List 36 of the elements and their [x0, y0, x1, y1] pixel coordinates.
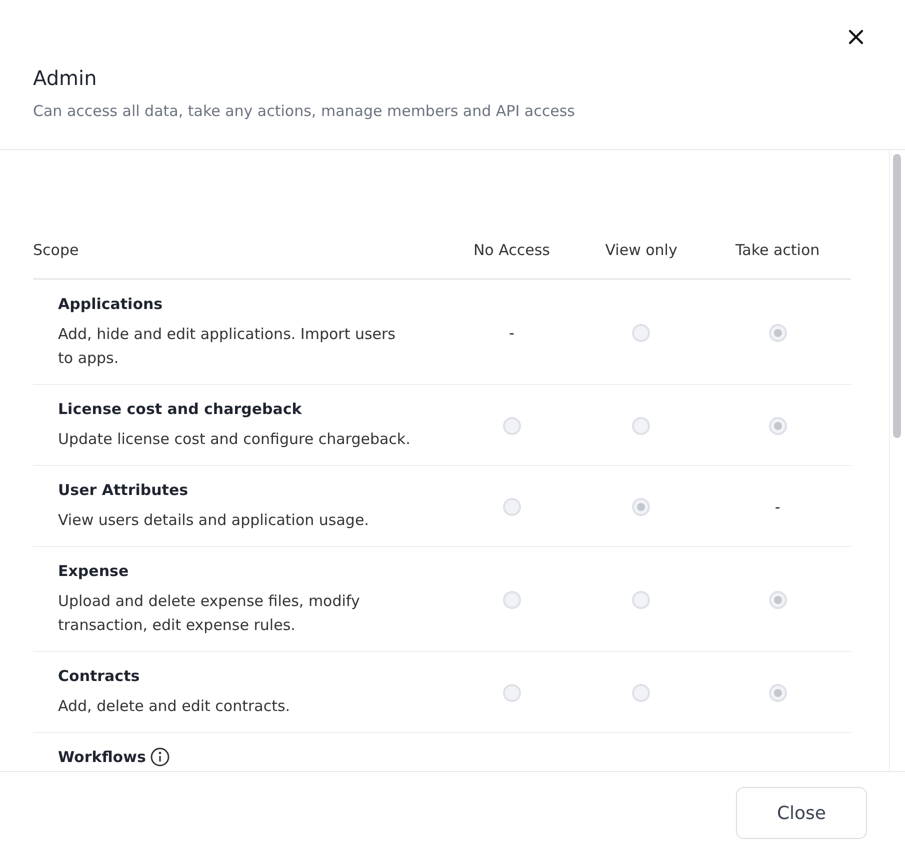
scope-name: User Attributes — [58, 481, 188, 499]
radio-button[interactable] — [768, 416, 787, 435]
close-icon[interactable] — [847, 28, 865, 46]
radio-button[interactable] — [502, 498, 521, 516]
scope-description: Upload and delete expense files, modify transaction, edit expense rules. — [58, 591, 361, 636]
scope-name: Applications — [58, 295, 163, 313]
radio-button[interactable] — [768, 324, 787, 342]
info-icon[interactable] — [150, 747, 170, 767]
radio-button[interactable] — [768, 590, 787, 609]
column-header: Scope — [33, 241, 79, 259]
column-header: No Access — [473, 241, 550, 259]
scope-description: Update license cost and configure chargeback. — [58, 429, 412, 450]
column-header: Take action — [735, 241, 820, 259]
radio-button[interactable] — [632, 498, 650, 516]
scope-name: License cost and chargeback — [58, 400, 302, 418]
radio-button[interactable] — [768, 684, 787, 702]
scope-name: Contracts — [58, 667, 140, 685]
radio-button[interactable] — [632, 416, 650, 435]
column-header: View only — [605, 241, 678, 259]
scope-name: Expense — [58, 562, 129, 580]
dialog-subtitle: Can access all data, take any actions, manage members and API access — [33, 102, 576, 120]
scope-description: View users details and application usage. — [58, 510, 370, 531]
close-button[interactable]: Close — [736, 787, 867, 839]
scrollbar-thumb[interactable] — [893, 154, 901, 438]
radio-button[interactable] — [502, 416, 521, 435]
scope-description: Add, delete and edit contracts. — [58, 696, 292, 717]
radio-button[interactable] — [632, 684, 650, 702]
scope-description: Add, hide and edit applications. Import users to apps. — [58, 324, 396, 369]
radio-button[interactable] — [502, 590, 521, 609]
dialog-title: Admin — [33, 66, 98, 90]
radio-button[interactable] — [632, 324, 650, 342]
radio-button[interactable] — [632, 590, 650, 609]
not-applicable-mark: - — [509, 324, 514, 342]
scope-name: Workflows — [58, 748, 146, 766]
not-applicable-mark: - — [774, 498, 780, 516]
radio-button[interactable] — [502, 684, 521, 702]
